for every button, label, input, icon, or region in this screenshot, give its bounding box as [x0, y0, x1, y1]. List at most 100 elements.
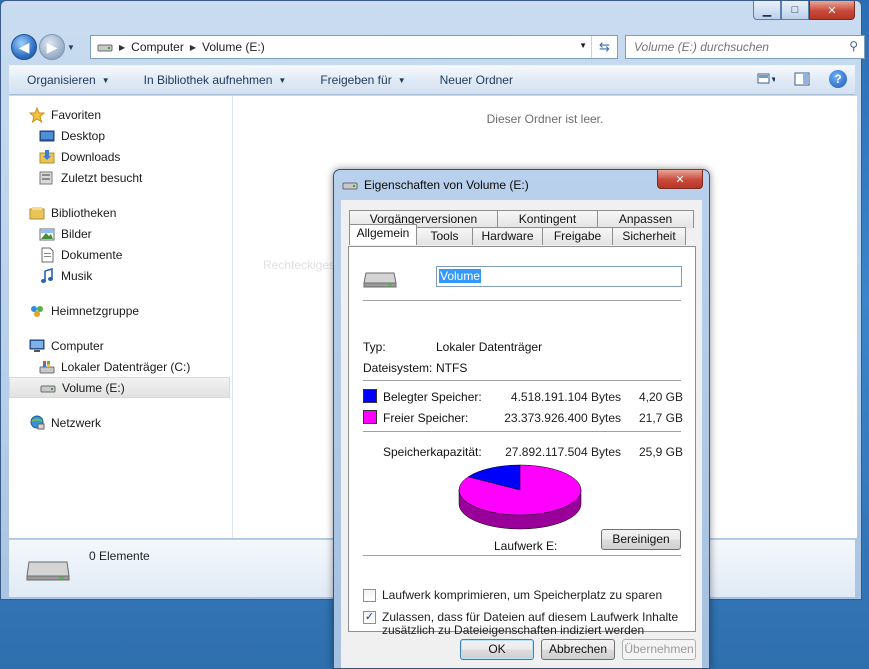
- search-box[interactable]: ⚲: [625, 35, 865, 59]
- nav-homegroup[interactable]: Heimnetzgruppe: [9, 300, 232, 321]
- chevron-down-icon: ▼: [101, 75, 110, 85]
- navigation-bar: ◀ ▶ ▼ ▶ Computer ▶ Volume (E:) ▼ ⇆ ⚲: [11, 33, 865, 61]
- divider: [363, 555, 681, 556]
- free-space-bytes: 23.373.926.400 Bytes: [504, 411, 621, 425]
- cancel-button[interactable]: Abbrechen: [541, 639, 615, 660]
- change-view-icon[interactable]: ▼: [757, 70, 775, 88]
- chevron-down-icon: ▼: [397, 75, 406, 85]
- nav-label: Bilder: [61, 226, 92, 241]
- include-in-library-menu[interactable]: In Bibliothek aufnehmen ▼: [126, 73, 303, 87]
- capacity-gb: 25,9 GB: [638, 445, 683, 459]
- item-count: 0 Elemente: [89, 549, 150, 563]
- preview-pane-icon[interactable]: [793, 70, 811, 88]
- maximize-button[interactable]: □: [781, 1, 809, 20]
- window-caption-buttons: ▁ □ ✕: [753, 1, 855, 20]
- favorites-group: Favoriten Desktop Downloads Zuletzt besu…: [9, 104, 232, 188]
- address-dropdown-icon[interactable]: ▼: [579, 41, 587, 50]
- breadcrumb: ▶ Computer ▶ Volume (E:): [91, 39, 265, 55]
- minimize-button[interactable]: ▁: [753, 1, 781, 20]
- disk-cleanup-button[interactable]: Bereinigen: [601, 529, 681, 550]
- breadcrumb-computer[interactable]: Computer: [131, 40, 184, 54]
- dialog-title-text: Eigenschaften von Volume (E:): [364, 178, 529, 192]
- disk-usage-pie-chart: [458, 464, 582, 530]
- new-folder-button[interactable]: Neuer Ordner: [422, 73, 529, 87]
- checkbox-box[interactable]: [363, 589, 376, 602]
- include-in-library-label: In Bibliothek aufnehmen: [143, 73, 273, 87]
- nav-label: Downloads: [61, 149, 121, 164]
- music-icon: [41, 267, 53, 283]
- nav-label: Lokaler Datenträger (C:): [61, 359, 191, 374]
- address-bar[interactable]: ▶ Computer ▶ Volume (E:) ▼ ⇆: [90, 35, 618, 59]
- nav-libraries[interactable]: Bibliotheken: [9, 202, 232, 223]
- tab-security[interactable]: Sicherheit: [612, 227, 686, 245]
- nav-computer[interactable]: Computer: [9, 335, 232, 356]
- index-drive-checkbox[interactable]: ✓ Zulassen, dass für Dateien auf diesem …: [363, 611, 678, 637]
- computer-group: Computer Lokaler Datenträger (C:) Volume…: [9, 335, 232, 398]
- desktop-icon: [39, 130, 55, 141]
- nav-recent-places[interactable]: Zuletzt besucht: [9, 167, 232, 188]
- nav-label: Volume (E:): [62, 380, 125, 395]
- nav-music[interactable]: Musik: [9, 265, 232, 286]
- volume-name-text: Volume: [439, 269, 482, 283]
- new-folder-label: Neuer Ordner: [439, 73, 513, 87]
- documents-icon: [41, 247, 54, 262]
- tab-general[interactable]: Allgemein: [349, 224, 417, 245]
- nav-desktop[interactable]: Desktop: [9, 125, 232, 146]
- chevron-right-icon[interactable]: ▶: [119, 43, 125, 52]
- tab-sharing[interactable]: Freigabe: [542, 227, 613, 245]
- breadcrumb-volume[interactable]: Volume (E:): [202, 40, 265, 54]
- nav-downloads[interactable]: Downloads: [9, 146, 232, 167]
- nav-label: Netzwerk: [51, 415, 102, 430]
- system-drive-icon: [39, 360, 55, 373]
- type-value: Lokaler Datenträger: [436, 340, 543, 354]
- tab-hardware[interactable]: Hardware: [472, 227, 543, 245]
- nav-favorites[interactable]: Favoriten: [9, 104, 232, 125]
- nav-drive-e[interactable]: Volume (E:): [9, 377, 230, 398]
- share-with-menu[interactable]: Freigeben für ▼: [302, 73, 421, 87]
- ok-button[interactable]: OK: [460, 639, 534, 660]
- nav-label: Heimnetzgruppe: [51, 303, 140, 318]
- divider: [363, 380, 681, 381]
- organize-menu[interactable]: Organisieren ▼: [9, 73, 126, 87]
- drive-icon: [363, 272, 397, 288]
- close-button[interactable]: ✕: [809, 1, 855, 20]
- organize-label: Organisieren: [27, 73, 96, 87]
- share-with-label: Freigeben für: [320, 73, 392, 87]
- compress-drive-label: Laufwerk komprimieren, um Speicherplatz …: [382, 588, 663, 602]
- nav-pictures[interactable]: Bilder: [9, 223, 232, 244]
- recent-pages-dropdown[interactable]: ▼: [65, 43, 77, 52]
- checkbox-box[interactable]: ✓: [363, 611, 376, 624]
- chevron-right-icon[interactable]: ▶: [190, 43, 196, 52]
- refresh-icon[interactable]: ⇆: [591, 36, 617, 58]
- tab-customize[interactable]: Anpassen: [597, 210, 694, 228]
- tab-tools[interactable]: Tools: [416, 227, 473, 245]
- chevron-down-icon: ▼: [278, 75, 287, 85]
- search-input[interactable]: [626, 39, 836, 55]
- drive-icon: [26, 561, 70, 581]
- search-icon[interactable]: ⚲: [849, 39, 858, 53]
- view-controls: ▼ ?: [757, 70, 847, 88]
- volume-name-input[interactable]: Volume: [436, 266, 682, 287]
- dialog-body: Vorgängerversionen Kontingent Anpassen A…: [341, 200, 702, 668]
- forward-button[interactable]: ▶: [39, 34, 65, 60]
- nav-drive-c[interactable]: Lokaler Datenträger (C:): [9, 356, 232, 377]
- type-label: Typ:: [363, 340, 386, 354]
- used-space-gb: 4,20 GB: [638, 390, 683, 404]
- help-icon[interactable]: ?: [829, 70, 847, 88]
- drive-icon: [40, 385, 56, 392]
- free-space-gb: 21,7 GB: [638, 411, 683, 425]
- apply-button[interactable]: Übernehmen: [622, 639, 696, 660]
- nav-label: Bibliotheken: [51, 205, 117, 220]
- nav-label: Computer: [51, 338, 104, 353]
- nav-documents[interactable]: Dokumente: [9, 244, 232, 265]
- capacity-label: Speicherkapazität:: [383, 445, 482, 459]
- compress-drive-checkbox[interactable]: Laufwerk komprimieren, um Speicherplatz …: [363, 589, 662, 602]
- tab-quota[interactable]: Kontingent: [497, 210, 598, 228]
- nav-label: Desktop: [61, 128, 106, 143]
- libraries-group: Bibliotheken Bilder Dokumente Musik: [9, 202, 232, 286]
- back-button[interactable]: ◀: [11, 34, 37, 60]
- dialog-close-button[interactable]: ✕: [657, 170, 703, 189]
- nav-network[interactable]: Netzwerk: [9, 412, 232, 433]
- libraries-icon: [29, 206, 45, 219]
- divider: [363, 431, 681, 432]
